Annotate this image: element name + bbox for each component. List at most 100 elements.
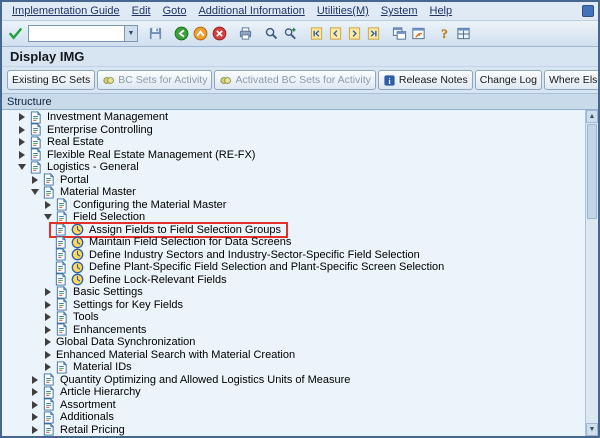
last-page-icon[interactable] — [364, 24, 383, 43]
tree-node[interactable]: Additionals — [2, 411, 585, 424]
tree-node[interactable]: Define Lock-Relevant Fields — [2, 274, 585, 287]
menu-goto[interactable]: Goto — [157, 4, 193, 18]
tree-node[interactable]: Enhancements — [2, 324, 585, 337]
tree-node[interactable]: Enhanced Material Search with Material C… — [2, 349, 585, 362]
exit-icon[interactable] — [191, 24, 210, 43]
tree-node[interactable]: Material IDs — [2, 361, 585, 374]
tree-node-label[interactable]: Settings for Key Fields — [72, 299, 183, 311]
menu-implementation-guide[interactable]: Implementation Guide — [6, 4, 126, 18]
expand-arrow-icon[interactable] — [28, 413, 42, 421]
expand-arrow-icon[interactable] — [41, 201, 55, 209]
img-activity-icon[interactable] — [71, 236, 88, 249]
img-activity-icon[interactable] — [71, 248, 88, 261]
tree-node-label[interactable]: Logistics - General — [46, 161, 139, 173]
tree-node-label[interactable]: Define Plant-Specific Field Selection an… — [88, 261, 444, 273]
tree-node[interactable]: Investment Management — [2, 111, 585, 124]
activated-bc-sets-for-activity-button[interactable]: Activated BC Sets for Activity — [214, 70, 375, 90]
tree-node[interactable]: Retail Pricing — [2, 424, 585, 437]
create-shortcut-icon[interactable] — [409, 24, 428, 43]
tree-node-label[interactable]: Material IDs — [72, 361, 132, 373]
expand-arrow-icon[interactable] — [41, 326, 55, 334]
tree-node[interactable]: Article Hierarchy — [2, 386, 585, 399]
menu-utilities-m[interactable]: Utilities(M) — [311, 4, 375, 18]
tree-node[interactable]: Settings for Key Fields — [2, 299, 585, 312]
tree-node-label[interactable]: Assortment — [59, 399, 116, 411]
expand-arrow-icon[interactable] — [41, 288, 55, 296]
tree-node-label[interactable]: Global Data Synchronization — [55, 336, 195, 348]
where-else-used-button[interactable]: Where Else Used — [544, 70, 600, 90]
expand-arrow-icon[interactable] — [28, 176, 42, 184]
tree-node-label[interactable]: Assign Fields to Field Selection Groups — [88, 224, 281, 236]
expand-arrow-icon[interactable] — [15, 126, 29, 134]
tree-node-label[interactable]: Flexible Real Estate Management (RE-FX) — [46, 149, 255, 161]
vertical-scrollbar[interactable]: ▲ ▼ — [585, 110, 598, 436]
expand-arrow-icon[interactable] — [15, 138, 29, 146]
expand-arrow-icon[interactable] — [28, 376, 42, 384]
img-activity-icon[interactable] — [71, 261, 88, 274]
tree-node[interactable]: Maintain Field Selection for Data Screen… — [2, 236, 585, 249]
cancel-icon[interactable] — [210, 24, 229, 43]
tree-node[interactable]: Global Data Synchronization — [2, 336, 585, 349]
menu-system[interactable]: System — [375, 4, 424, 18]
tree-node-label[interactable]: Define Industry Sectors and Industry-Sec… — [88, 249, 420, 261]
tree-node-label[interactable]: Quantity Optimizing and Allowed Logistic… — [59, 374, 350, 386]
tree-node[interactable]: Field Selection — [2, 211, 585, 224]
tree-node[interactable]: Configuring the Material Master — [2, 199, 585, 212]
tree-node[interactable]: Enterprise Controlling — [2, 124, 585, 137]
find-icon[interactable] — [262, 24, 281, 43]
collapse-arrow-icon[interactable] — [28, 189, 42, 195]
print-icon[interactable] — [236, 24, 255, 43]
scroll-down-icon[interactable]: ▼ — [586, 423, 598, 436]
tree-node-label[interactable]: Enterprise Controlling — [46, 124, 153, 136]
tree-node-label[interactable]: Tools — [72, 311, 99, 323]
tree-node[interactable]: Material Master — [2, 186, 585, 199]
expand-arrow-icon[interactable] — [15, 113, 29, 121]
tree-node[interactable]: Define Plant-Specific Field Selection an… — [2, 261, 585, 274]
expand-arrow-icon[interactable] — [28, 388, 42, 396]
tree-node-label[interactable]: Enhancements — [72, 324, 146, 336]
scroll-up-icon[interactable]: ▲ — [586, 110, 598, 123]
tree-node[interactable]: Assortment — [2, 399, 585, 412]
collapse-arrow-icon[interactable] — [15, 164, 29, 170]
expand-arrow-icon[interactable] — [41, 351, 55, 359]
tree-node-label[interactable]: Field Selection — [72, 211, 145, 223]
menu-additional-information[interactable]: Additional Information — [192, 4, 310, 18]
enter-icon[interactable] — [6, 24, 25, 43]
expand-arrow-icon[interactable] — [28, 426, 42, 434]
expand-arrow-icon[interactable] — [41, 313, 55, 321]
expand-arrow-icon[interactable] — [28, 401, 42, 409]
next-page-icon[interactable] — [345, 24, 364, 43]
existing-bc-sets-button[interactable]: Existing BC Sets — [7, 70, 95, 90]
tree-node[interactable]: Real Estate — [2, 136, 585, 149]
tree-node-label[interactable]: Additionals — [59, 411, 114, 423]
help-icon[interactable]: ? — [435, 24, 454, 43]
menu-help[interactable]: Help — [424, 4, 459, 18]
command-field-dropdown-icon[interactable]: ▼ — [124, 25, 138, 42]
release-notes-button[interactable]: iRelease Notes — [378, 70, 473, 90]
tree-node[interactable]: Tools — [2, 311, 585, 324]
tree-node-highlighted[interactable]: Assign Fields to Field Selection Groups — [2, 224, 585, 237]
img-activity-icon[interactable] — [71, 273, 88, 286]
expand-arrow-icon[interactable] — [41, 338, 55, 346]
tree-node-label[interactable]: Basic Settings — [72, 286, 143, 298]
tree-node-label[interactable]: Configuring the Material Master — [72, 199, 226, 211]
tree-node-label[interactable]: Real Estate — [46, 136, 104, 148]
tree-node[interactable]: Logistics - General — [2, 161, 585, 174]
find-next-icon[interactable] — [281, 24, 300, 43]
previous-page-icon[interactable] — [326, 24, 345, 43]
new-session-icon[interactable] — [390, 24, 409, 43]
collapse-arrow-icon[interactable] — [41, 214, 55, 220]
tree-node-label[interactable]: Investment Management — [46, 111, 168, 123]
img-activity-icon[interactable] — [71, 223, 88, 236]
tree-node-label[interactable]: Retail Pricing — [59, 424, 125, 436]
tree-node-label[interactable]: Define Lock-Relevant Fields — [88, 274, 227, 286]
change-log-button[interactable]: Change Log — [475, 70, 542, 90]
menu-edit[interactable]: Edit — [126, 4, 157, 18]
tree-node-label[interactable]: Material Master — [59, 186, 136, 198]
first-page-icon[interactable] — [307, 24, 326, 43]
tree-node[interactable]: Portal — [2, 174, 585, 187]
expand-arrow-icon[interactable] — [15, 151, 29, 159]
tree-node[interactable]: Basic Settings — [2, 286, 585, 299]
tree-node[interactable]: Flexible Real Estate Management (RE-FX) — [2, 149, 585, 162]
tree-node[interactable]: Define Industry Sectors and Industry-Sec… — [2, 249, 585, 262]
